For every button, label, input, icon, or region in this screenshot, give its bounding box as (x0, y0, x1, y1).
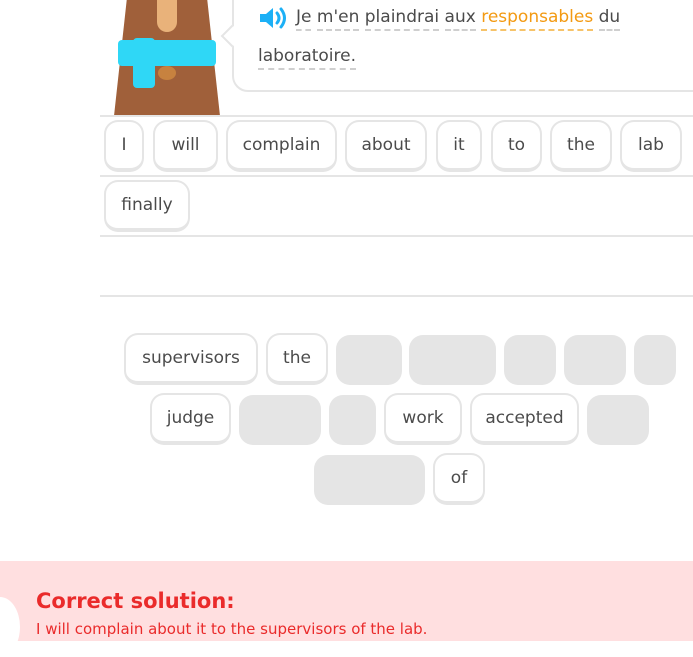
prompt-word-highlighted[interactable]: responsables (481, 7, 594, 31)
word-bank-chip[interactable]: the (266, 333, 328, 385)
prompt-sentence-line1: Je m'en plaindrai aux responsables du (296, 7, 621, 31)
word-bank-empty-slot (314, 455, 425, 505)
prompt-word[interactable]: Je (296, 7, 312, 31)
prompt-word[interactable]: du (598, 7, 621, 31)
answer-word-chip[interactable]: finally (104, 180, 190, 232)
speaker-icon[interactable] (258, 6, 288, 30)
character-belt-strap (133, 38, 155, 88)
feedback-title: Correct solution: (36, 589, 235, 613)
answer-line (100, 115, 693, 117)
prompt-sentence-line2: laboratoire. (258, 46, 357, 70)
word-bank-chip[interactable]: accepted (470, 393, 579, 445)
answer-word-chip[interactable]: the (550, 120, 612, 172)
answer-line (100, 175, 693, 177)
word-bank-empty-slot (587, 395, 649, 445)
word-bank-chip[interactable]: of (433, 453, 485, 505)
answer-word-chip[interactable]: complain (226, 120, 337, 172)
word-bank-chip[interactable]: supervisors (124, 333, 258, 385)
answer-word-chip[interactable]: lab (620, 120, 682, 172)
word-bank-empty-slot (409, 335, 496, 385)
word-bank-chip[interactable]: judge (150, 393, 231, 445)
answer-word-chip[interactable]: to (491, 120, 542, 172)
prompt-word[interactable]: m'en (316, 7, 360, 31)
word-bank-empty-slot (504, 335, 556, 385)
prompt-word[interactable]: plaindrai (364, 7, 440, 31)
word-bank-empty-slot (239, 395, 321, 445)
prompt-word[interactable]: laboratoire. (258, 46, 357, 70)
word-bank-chip[interactable]: work (384, 393, 462, 445)
feedback-solution-text: I will complain about it to the supervis… (36, 620, 428, 638)
prompt-word[interactable]: aux (444, 7, 476, 31)
answer-word-chip[interactable]: it (436, 120, 482, 172)
answer-line (100, 295, 693, 297)
word-bank-empty-slot (336, 335, 402, 385)
word-bank-empty-slot (634, 335, 676, 385)
character-neck (157, 0, 177, 32)
answer-word-chip[interactable]: I (104, 120, 144, 172)
answer-word-chip[interactable]: about (345, 120, 427, 172)
word-bank-empty-slot (564, 335, 626, 385)
character-patch (158, 66, 176, 80)
answer-line (100, 235, 693, 237)
word-bank-empty-slot (329, 395, 376, 445)
answer-word-chip[interactable]: will (153, 120, 218, 172)
